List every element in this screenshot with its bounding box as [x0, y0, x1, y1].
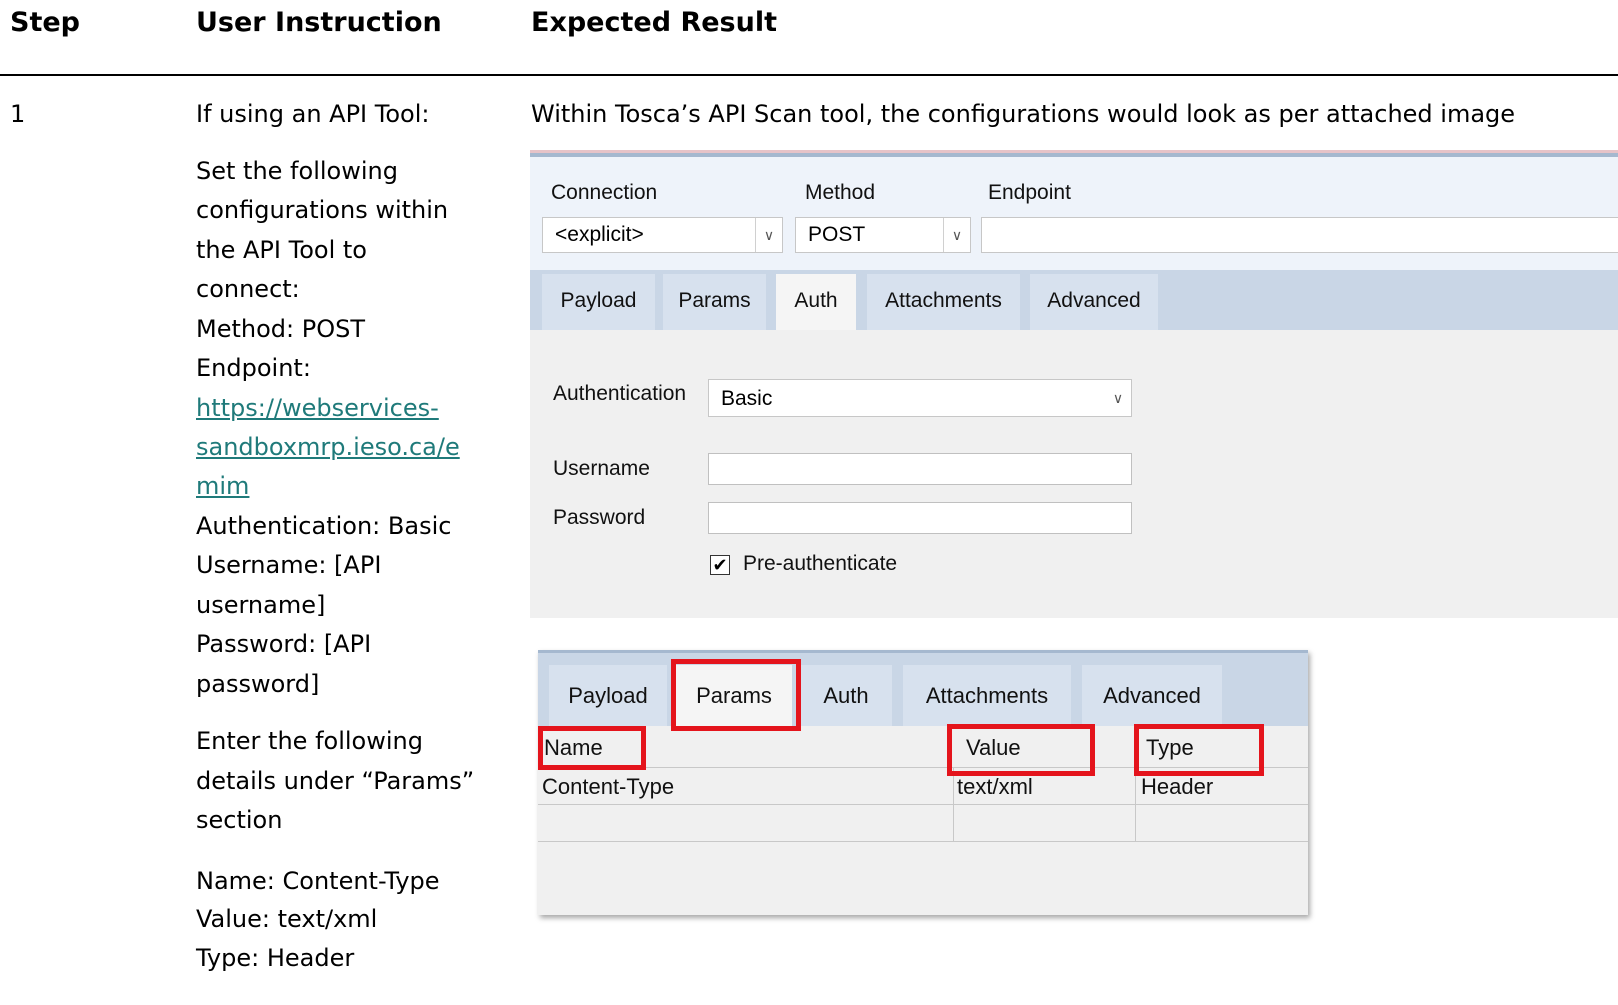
instruction-line: Set the following [196, 157, 398, 185]
instruction-line: the API Tool to [196, 236, 367, 264]
instruction-name: Name: Content-Type [196, 867, 440, 895]
header-divider [0, 74, 1618, 76]
highlight-name-header [538, 726, 646, 770]
authentication-value: Basic [721, 387, 773, 410]
instruction-password: Password: [API [196, 630, 372, 658]
header-user-instruction: User Instruction [196, 7, 442, 38]
grid-line [953, 767, 954, 841]
connection-label: Connection [551, 181, 658, 204]
param-name-cell[interactable]: Content-Type [542, 774, 674, 800]
tab-params[interactable]: Params [663, 274, 766, 330]
grid-line [538, 841, 1308, 842]
tab-bar: Payload Params Auth Attachments Advanced [530, 270, 1618, 330]
instruction-username: username] [196, 591, 326, 619]
password-label: Password [553, 506, 646, 529]
chevron-down-icon[interactable]: ∨ [943, 218, 970, 252]
auth-panel: Authentication Basic ∨ Username Password… [530, 330, 1618, 618]
connection-select[interactable]: <explicit> ∨ [542, 217, 783, 253]
tab-advanced[interactable]: Advanced [1082, 665, 1222, 726]
highlight-type-header [1134, 724, 1264, 776]
endpoint-link[interactable]: sandboxmrp.ieso.ca/e [196, 428, 460, 467]
highlight-params-tab [671, 659, 801, 731]
grid-line [538, 804, 1308, 805]
param-type-cell[interactable]: Header [1141, 774, 1213, 800]
header-expected-result: Expected Result [531, 7, 778, 38]
tab-advanced[interactable]: Advanced [1030, 274, 1158, 330]
header-step: Step [10, 7, 80, 38]
authentication-label: Authentication [553, 382, 687, 405]
instruction-username: Username: [API [196, 551, 382, 579]
method-label: Method [805, 181, 876, 204]
instruction-value: Value: text/xml [196, 905, 378, 933]
preauthenticate-label: Pre-authenticate [743, 552, 898, 575]
endpoint-input[interactable] [981, 217, 1618, 253]
instruction-params-line: details under “Params” [196, 767, 475, 795]
tab-payload[interactable]: Payload [542, 274, 655, 330]
instruction-type: Type: Header [196, 944, 355, 972]
tab-attachments[interactable]: Attachments [867, 274, 1020, 330]
tab-auth[interactable]: Auth [776, 274, 856, 330]
method-select[interactable]: POST ∨ [795, 217, 971, 253]
step-number: 1 [10, 100, 26, 128]
instruction-params-line: section [196, 806, 283, 834]
endpoint-link[interactable]: mim [196, 467, 249, 506]
tab-bar: Payload Params Auth Attachments Advanced [538, 650, 1308, 726]
tab-attachments[interactable]: Attachments [903, 665, 1071, 726]
instruction-password: password] [196, 670, 320, 698]
param-value-cell[interactable]: text/xml [957, 774, 1033, 800]
preauthenticate-checkbox[interactable]: ✔ [710, 555, 730, 575]
chevron-down-icon[interactable]: ∨ [1105, 380, 1131, 416]
authentication-select[interactable]: Basic ∨ [708, 379, 1132, 417]
instruction-intro: If using an API Tool: [196, 100, 430, 128]
api-scan-auth-screenshot: Connection Method Endpoint <explicit> ∨ … [530, 150, 1618, 618]
method-value: POST [808, 223, 866, 246]
expected-result-text: Within Tosca’s API Scan tool, the config… [531, 100, 1516, 128]
endpoint-link[interactable]: https://webservices- [196, 389, 439, 428]
tab-payload[interactable]: Payload [549, 665, 667, 726]
highlight-value-header [947, 724, 1095, 776]
connection-value: <explicit> [555, 223, 644, 246]
api-scan-params-screenshot: Payload Params Auth Attachments Advanced… [538, 650, 1308, 915]
chevron-down-icon[interactable]: ∨ [755, 218, 782, 252]
instruction-endpoint-label: Endpoint: [196, 354, 311, 382]
grid-line [1135, 767, 1136, 841]
username-label: Username [553, 457, 650, 480]
instruction-method: Method: POST [196, 315, 365, 343]
connection-bar: Connection Method Endpoint <explicit> ∨ … [530, 153, 1618, 274]
instruction-params-line: Enter the following [196, 727, 423, 755]
endpoint-label: Endpoint [988, 181, 1071, 204]
tab-auth[interactable]: Auth [800, 665, 892, 726]
instruction-authentication: Authentication: Basic [196, 512, 452, 540]
instruction-line: configurations within [196, 196, 449, 224]
instruction-line: connect: [196, 275, 300, 303]
checkmark-icon: ✔ [712, 555, 728, 575]
username-field[interactable] [708, 453, 1132, 485]
password-field[interactable] [708, 502, 1132, 534]
